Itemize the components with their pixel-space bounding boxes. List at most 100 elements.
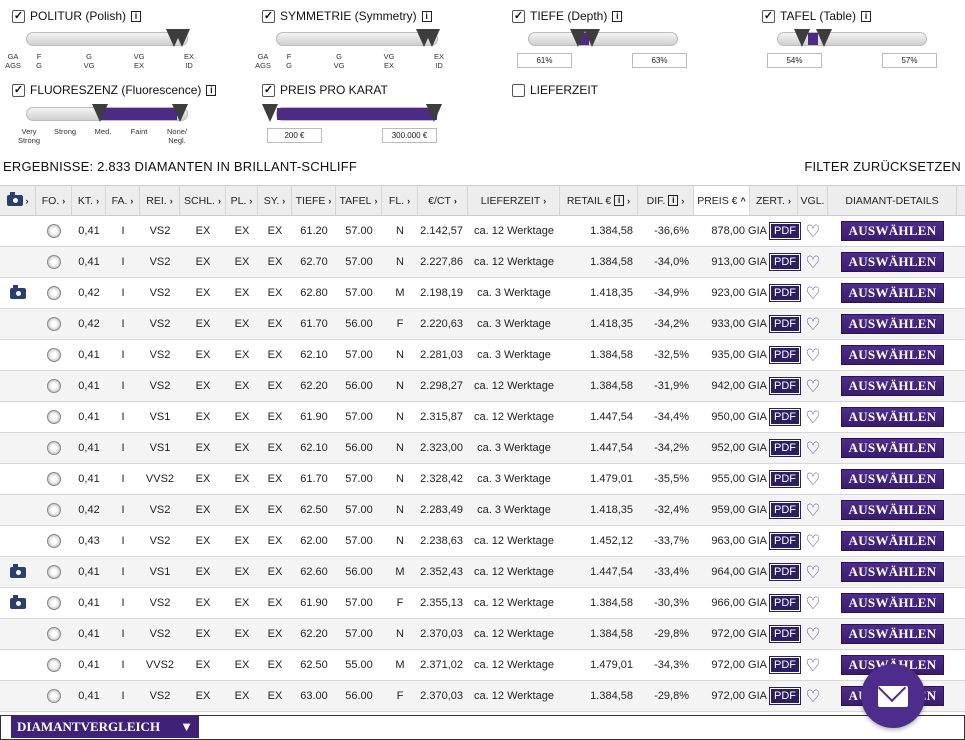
tiefe-slider[interactable] (528, 32, 678, 46)
info-icon[interactable]: i (131, 10, 142, 22)
table-row[interactable]: 0,41 I VS2 EX EX EX 63.00 56.00 F 2.370,03 ca. 12 … (0, 681, 965, 712)
heart-icon[interactable]: ♡ (805, 285, 820, 302)
table-row[interactable]: 0,41 I VS2 EX EX EX 62.70 57.00 N 2.227,86 ca. 12 … (0, 247, 965, 278)
select-button[interactable]: AUSWÄHLEN (841, 562, 944, 582)
pdf-button[interactable]: PDF (768, 656, 801, 674)
table-row[interactable]: 0,41 I VS2 EX EX EX 62.20 57.00 N 2.370,03 ca. 12 … (0, 619, 965, 650)
header-diamant-details[interactable]: DIAMANT-DETAILS (828, 186, 957, 215)
select-button[interactable]: AUSWÄHLEN (841, 407, 944, 427)
preis-slider-handle-min[interactable] (262, 104, 278, 122)
table-row[interactable]: 0,41 I VS1 EX EX EX 62.60 56.00 M 2.352,43 ca. 12 … (0, 557, 965, 588)
table-row[interactable]: 0,41 I VVS2 EX EX EX 61.70 57.00 N 2.328,42 ca. 3 … (0, 464, 965, 495)
pdf-button[interactable]: PDF (768, 687, 801, 705)
select-button[interactable]: AUSWÄHLEN (841, 500, 944, 520)
select-button[interactable]: AUSWÄHLEN (841, 283, 944, 303)
pdf-button[interactable]: PDF (768, 470, 801, 488)
politur-checkbox[interactable]: ✓ (12, 9, 25, 23)
pdf-button[interactable]: PDF (768, 532, 801, 550)
fluoreszenz-slider-handle-max[interactable] (172, 104, 188, 122)
camera-icon[interactable] (10, 563, 26, 578)
politur-slider-handle-max[interactable] (174, 29, 190, 47)
tafel-checkbox[interactable]: ✓ (762, 9, 775, 23)
heart-icon[interactable]: ♡ (805, 657, 820, 674)
heart-icon[interactable]: ♡ (805, 502, 820, 519)
tafel-slider-handle-max[interactable] (816, 29, 832, 47)
tiefe-max-value[interactable]: 63% (632, 53, 687, 68)
camera-icon[interactable] (10, 284, 26, 299)
header-fa[interactable]: FA. › (106, 186, 140, 215)
tiefe-min-value[interactable]: 61% (517, 53, 572, 68)
preis-min-value[interactable]: 200 € (267, 128, 322, 143)
table-row[interactable]: 0,41 I VS1 EX EX EX 62.10 56.00 N 2.323,00 ca. 3 W… (0, 433, 965, 464)
pdf-button[interactable]: PDF (768, 501, 801, 519)
pdf-button[interactable]: PDF (768, 594, 801, 612)
heart-icon[interactable]: ♡ (805, 378, 820, 395)
select-button[interactable]: AUSWÄHLEN (841, 252, 944, 272)
header-kt[interactable]: KT. › (72, 186, 106, 215)
select-button[interactable]: AUSWÄHLEN (841, 376, 944, 396)
symmetrie-slider[interactable] (276, 32, 438, 46)
header-dif[interactable]: DIF. i › (638, 186, 694, 215)
header-tafel[interactable]: TAFEL › (336, 186, 382, 215)
pdf-button[interactable]: PDF (768, 408, 801, 426)
heart-icon[interactable]: ♡ (805, 409, 820, 426)
heart-icon[interactable]: ♡ (805, 440, 820, 457)
heart-icon[interactable]: ♡ (805, 533, 820, 550)
pdf-button[interactable]: PDF (768, 377, 801, 395)
table-row[interactable]: 0,41 I VS2 EX EX EX 61.20 57.00 N 2.142,57 ca. 12 … (0, 216, 965, 247)
heart-icon[interactable]: ♡ (805, 688, 820, 705)
pdf-button[interactable]: PDF (768, 253, 801, 271)
header--ct[interactable]: €/CT › (418, 186, 468, 215)
contact-mail-button[interactable] (861, 664, 925, 728)
select-button[interactable]: AUSWÄHLEN (841, 314, 944, 334)
heart-icon[interactable]: ♡ (805, 347, 820, 364)
pdf-button[interactable]: PDF (768, 563, 801, 581)
compare-toggle-button[interactable]: DIAMANTVERGLEICH ▼ (11, 716, 199, 738)
camera-icon[interactable] (10, 594, 26, 609)
header-photo[interactable]: › (0, 186, 36, 215)
tafel-max-value[interactable]: 57% (882, 53, 937, 68)
select-button[interactable]: AUSWÄHLEN (841, 345, 944, 365)
select-button[interactable]: AUSWÄHLEN (841, 469, 944, 489)
photo-cell[interactable] (0, 588, 36, 618)
header-vgl[interactable]: VGL. (798, 186, 828, 215)
pdf-button[interactable]: PDF (768, 284, 801, 302)
header-tiefe[interactable]: TIEFE › (292, 186, 336, 215)
table-row[interactable]: 0,42 I VS2 EX EX EX 62.80 57.00 M 2.198,19 ca. 3 W… (0, 278, 965, 309)
fluoreszenz-slider-handle-min[interactable] (92, 104, 108, 122)
pdf-button[interactable]: PDF (768, 346, 801, 364)
select-button[interactable]: AUSWÄHLEN (841, 624, 944, 644)
info-icon[interactable]: i (421, 10, 432, 22)
pdf-button[interactable]: PDF (768, 315, 801, 333)
symmetrie-checkbox[interactable]: ✓ (262, 9, 275, 23)
photo-cell[interactable] (0, 278, 36, 308)
reset-filters-link[interactable]: FILTER ZURÜCKSETZEN (804, 159, 961, 174)
photo-cell[interactable] (0, 557, 36, 587)
select-button[interactable]: AUSWÄHLEN (841, 438, 944, 458)
table-row[interactable]: 0,42 I VS2 EX EX EX 61.70 56.00 F 2.220,63 ca. 3 W… (0, 309, 965, 340)
table-row[interactable]: 0,41 I VS2 EX EX EX 62.20 56.00 N 2.298,27 ca. 12 … (0, 371, 965, 402)
tiefe-slider-handle-max[interactable] (584, 29, 600, 47)
fluoreszenz-checkbox[interactable]: ✓ (12, 83, 25, 97)
header-fo[interactable]: FO. › (36, 186, 72, 215)
header-sy[interactable]: SY. › (258, 186, 292, 215)
header-retail[interactable]: RETAIL € i › (560, 186, 638, 215)
heart-icon[interactable]: ♡ (805, 471, 820, 488)
table-row[interactable]: 0,41 I VS1 EX EX EX 61.90 57.00 N 2.315,87 ca. 12 … (0, 402, 965, 433)
tafel-min-value[interactable]: 54% (767, 53, 822, 68)
table-row[interactable]: 0,42 I VS2 EX EX EX 62.50 57.00 N 2.283,49 ca. 3 W… (0, 495, 965, 526)
info-icon[interactable]: i (206, 84, 217, 96)
header-lieferzeit[interactable]: LIEFERZEIT › (468, 186, 560, 215)
tafel-slider-handle-min[interactable] (794, 29, 810, 47)
select-button[interactable]: AUSWÄHLEN (841, 531, 944, 551)
preis-checkbox[interactable]: ✓ (262, 83, 275, 97)
table-row[interactable]: 0,41 I VVS2 EX EX EX 62.50 55.00 M 2.371,02 ca. 12… (0, 650, 965, 681)
table-row[interactable]: 0,41 I VS2 EX EX EX 62.10 57.00 N 2.281,03 ca. 3 W… (0, 340, 965, 371)
header-schl[interactable]: SCHL. › (180, 186, 226, 215)
select-button[interactable]: AUSWÄHLEN (841, 221, 944, 241)
header-pl[interactable]: PL. › (226, 186, 258, 215)
header-rei[interactable]: REI. › (140, 186, 180, 215)
heart-icon[interactable]: ♡ (805, 595, 820, 612)
info-icon[interactable]: i (861, 10, 872, 22)
lieferzeit-checkbox[interactable] (512, 83, 525, 97)
